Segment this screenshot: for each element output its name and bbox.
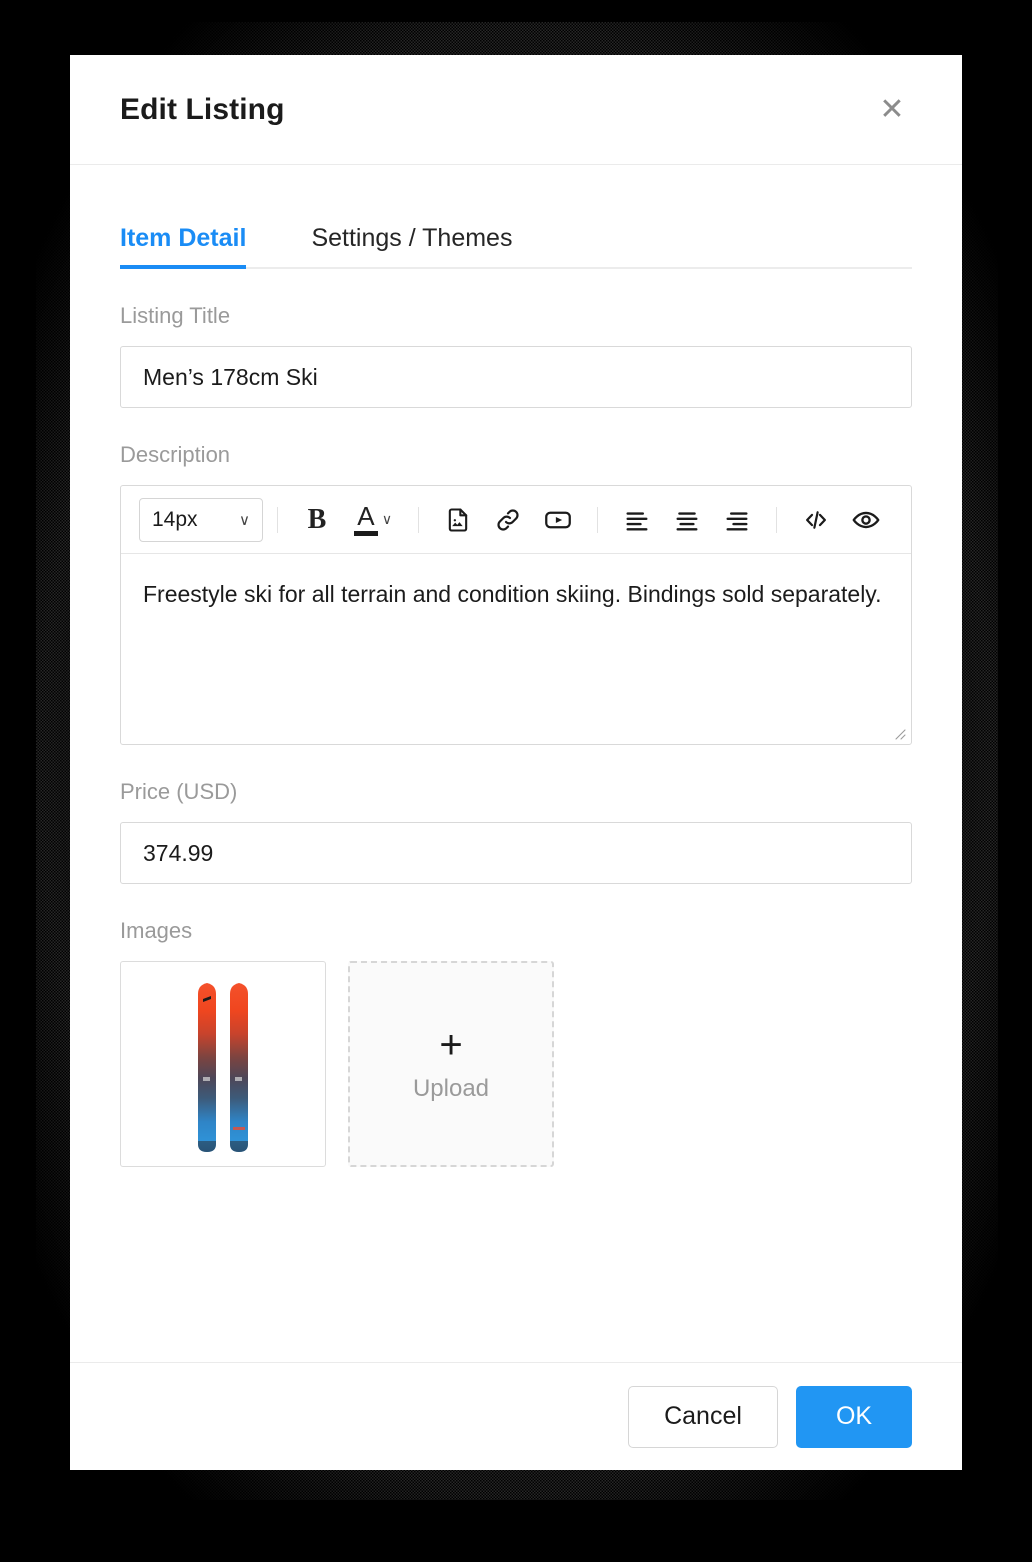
chevron-down-icon: ∨ xyxy=(381,511,393,527)
description-field: Description 14px ∨ B A ∨ Freestyle ski f… xyxy=(120,442,912,745)
upload-image-button[interactable]: + Upload xyxy=(348,961,554,1167)
video-icon[interactable] xyxy=(536,498,580,542)
resize-handle-icon[interactable] xyxy=(890,724,906,740)
listing-title-input[interactable] xyxy=(120,346,912,408)
dialog-footer: Cancel OK xyxy=(70,1362,962,1470)
description-textarea[interactable]: Freestyle ski for all terrain and condit… xyxy=(121,554,911,744)
description-text: Freestyle ski for all terrain and condit… xyxy=(143,581,882,607)
editor-toolbar: 14px ∨ B A ∨ xyxy=(121,486,911,554)
image-list: + Upload xyxy=(120,961,912,1167)
dialog-body: Item Detail Settings / Themes Listing Ti… xyxy=(70,165,962,1362)
cancel-button[interactable]: Cancel xyxy=(628,1385,778,1448)
price-label: Price (USD) xyxy=(120,779,238,804)
toolbar-separator xyxy=(418,506,419,533)
ski-pair-image xyxy=(198,983,248,1152)
align-center-icon[interactable] xyxy=(665,498,709,542)
plus-icon: + xyxy=(439,1023,463,1067)
font-size-value: 14px xyxy=(152,507,198,531)
toolbar-separator xyxy=(277,506,278,533)
toolbar-separator xyxy=(597,506,598,533)
listing-title-label: Listing Title xyxy=(120,303,231,328)
price-input[interactable] xyxy=(120,822,912,884)
images-field: Images + Upload xyxy=(120,918,912,1167)
listing-title-field: Listing Title xyxy=(120,303,912,408)
text-color-swatch xyxy=(353,531,378,536)
tab-bar: Item Detail Settings / Themes xyxy=(120,213,912,269)
ok-button[interactable]: OK xyxy=(796,1385,912,1448)
font-size-select[interactable]: 14px ∨ xyxy=(139,497,263,542)
edit-listing-dialog: Edit Listing ✕ Item Detail Settings / Th… xyxy=(70,55,962,1470)
align-right-icon[interactable] xyxy=(715,498,759,542)
dialog-title: Edit Listing xyxy=(120,92,285,126)
bold-button[interactable]: B xyxy=(295,498,339,542)
image-thumbnail[interactable] xyxy=(120,961,326,1167)
preview-eye-icon[interactable] xyxy=(844,498,888,542)
images-label: Images xyxy=(120,918,193,943)
description-label: Description xyxy=(120,442,231,467)
code-icon[interactable] xyxy=(794,498,838,542)
chevron-down-icon: ∨ xyxy=(239,511,250,529)
tab-item-detail[interactable]: Item Detail xyxy=(120,224,247,269)
screen: Edit Listing ✕ Item Detail Settings / Th… xyxy=(0,0,1032,1562)
align-left-icon[interactable] xyxy=(615,498,659,542)
price-field: Price (USD) xyxy=(120,779,912,884)
toolbar-separator xyxy=(776,506,777,533)
text-color-button[interactable]: A ∨ xyxy=(345,498,401,542)
close-icon[interactable]: ✕ xyxy=(872,90,912,130)
text-color-icon: A xyxy=(353,501,378,536)
tab-settings-themes[interactable]: Settings / Themes xyxy=(311,224,512,267)
text-color-letter: A xyxy=(357,501,375,531)
image-icon[interactable] xyxy=(436,498,480,542)
upload-label: Upload xyxy=(412,1075,490,1102)
link-icon[interactable] xyxy=(486,498,530,542)
rich-text-editor: 14px ∨ B A ∨ Freestyle ski for all terra… xyxy=(120,485,912,745)
dialog-header: Edit Listing ✕ xyxy=(70,55,962,165)
